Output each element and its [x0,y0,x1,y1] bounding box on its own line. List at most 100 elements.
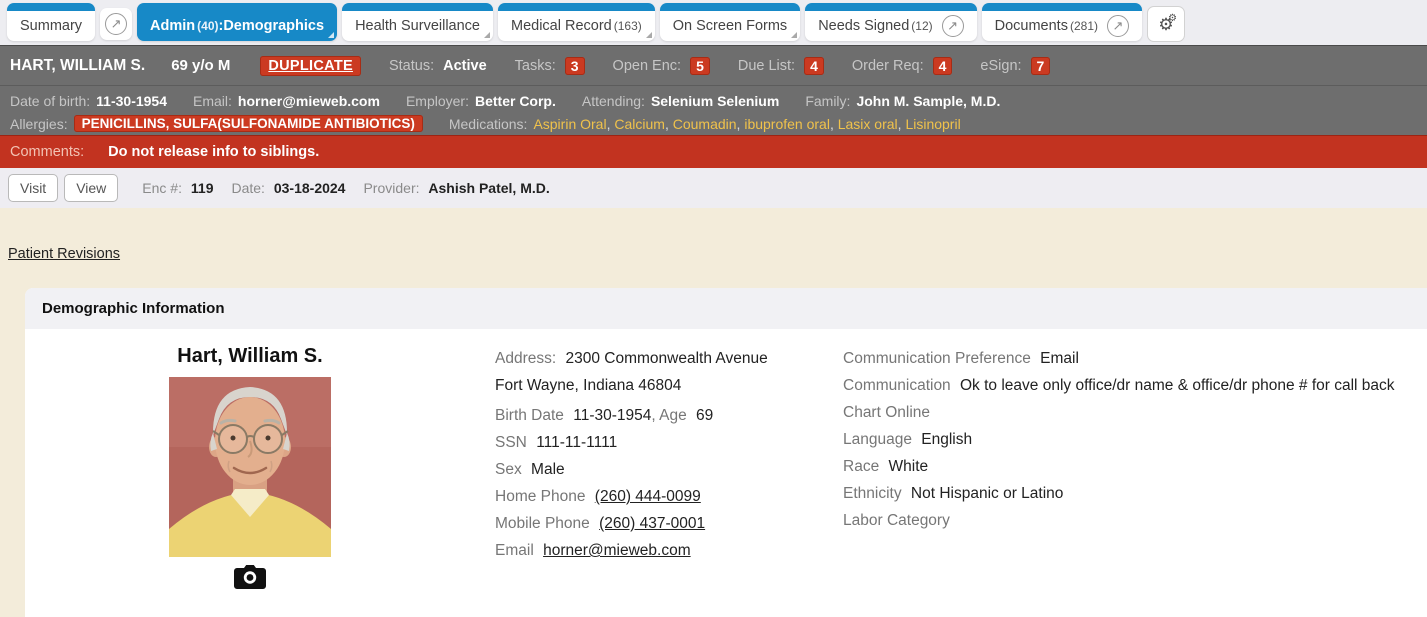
patient-photo[interactable] [169,377,331,557]
demographics-card: Demographic Information Hart, William S. [25,288,1427,617]
preference-label: Ethnicity [843,485,902,502]
tab-summary[interactable]: Summary [7,3,95,41]
tab-on-screen-forms[interactable]: On Screen Forms [660,3,800,41]
jump-icon[interactable]: ↗ [1107,15,1129,37]
tab-health-surveillance[interactable]: Health Surveillance [342,3,493,41]
esign-label: eSign: [980,58,1021,74]
due-list-count-badge[interactable]: 4 [804,57,824,75]
content-area: Patient Revisions Demographic Informatio… [0,208,1427,617]
medication-link[interactable]: Lisinopril [898,116,961,132]
birth-date-label: Birth Date [495,407,564,424]
employer-value: Better Corp. [475,93,556,109]
patient-age-sex: 69 y/o M [171,57,230,74]
employer-group: Employer: Better Corp. [406,93,556,109]
open-enc-group: Open Enc: 5 [613,57,710,75]
preference-value: Ok to leave only office/dr name & office… [960,377,1395,394]
jump-icon[interactable]: ↗ [942,15,964,37]
tab-admin-demographics[interactable]: Admin (40):Demographics [137,3,337,41]
dob-group: Date of birth: 11-30-1954 [10,93,167,109]
esign-count-badge[interactable]: 7 [1031,57,1051,75]
due-list-label: Due List: [738,58,795,74]
tab-health-label: Health Surveillance [355,18,480,34]
info-row-2: Allergies: PENICILLINS, SULFA(SULFONAMID… [10,112,1417,135]
preferences-column: Communication Preference Email Communica… [825,329,1427,534]
allergies-badge[interactable]: PENICILLINS, SULFA(SULFONAMIDE ANTIBIOTI… [74,115,423,132]
medications-group: Medications: Aspirin OralCalciumCoumadin… [449,116,961,132]
home-phone-label: Home Phone [495,488,585,505]
allergies-group: Allergies: PENICILLINS, SULFA(SULFONAMID… [10,115,423,132]
preference-row: Communication Preference Email [843,345,1427,372]
details-column: Address: 2300 Commonwealth Avenue Fort W… [475,329,825,564]
birth-date-value: 11-30-1954 [573,407,651,424]
photo-column: Hart, William S. [25,329,475,589]
employer-label: Employer: [406,93,469,109]
dob-value: 11-30-1954 [96,93,167,109]
tab-medical-record[interactable]: Medical Record (163) [498,3,655,41]
enc-date-value: 03-18-2024 [274,180,346,196]
email-value: horner@mieweb.com [238,93,380,109]
attending-label: Attending: [582,93,645,109]
sex-row: Sex Male [495,456,825,483]
tab-bar: Summary ↗ Admin (40):Demographics Health… [0,0,1427,45]
info-row-1: Date of birth: 11-30-1954 Email: horner@… [10,89,1417,112]
preference-label: Language [843,431,912,448]
settings-button[interactable]: ⚙ ⚙ [1147,6,1185,42]
family-group: Family: John M. Sample, M.D. [805,93,1000,109]
medications-label: Medications: [449,116,528,132]
jump-icon: ↗ [105,13,127,35]
due-list-group: Due List: 4 [738,57,824,75]
home-phone-link[interactable]: (260) 444-0099 [595,488,701,505]
demographics-body: Hart, William S. [25,329,1427,589]
tab-medical-label: Medical Record [511,18,612,34]
ssn-label: SSN [495,434,527,451]
birth-date-row: Birth Date 11-30-1954, Age 69 [495,402,825,429]
attending-value: Selenium Selenium [651,93,779,109]
summary-jump-button[interactable]: ↗ [100,8,132,40]
esign-group: eSign: 7 [980,57,1050,75]
view-button[interactable]: View [64,174,118,202]
encounter-bar: Visit View Enc #: 119 Date: 03-18-2024 P… [0,168,1427,208]
email-row: Email horner@mieweb.com [495,537,825,564]
dropdown-caret-icon [484,32,490,38]
enc-number-value: 119 [191,180,214,196]
medication-link[interactable]: Aspirin Oral [533,116,606,132]
medication-link[interactable]: Coumadin [665,116,737,132]
comments-text: Do not release info to siblings. [108,144,319,160]
tab-forms-label: On Screen Forms [673,18,787,34]
open-enc-label: Open Enc: [613,58,682,74]
dropdown-caret-icon [646,32,652,38]
camera-icon[interactable] [234,564,266,589]
open-enc-count-badge[interactable]: 5 [690,57,710,75]
order-req-label: Order Req: [852,58,924,74]
dob-label: Date of birth: [10,93,90,109]
gear-icon: ⚙ [1168,14,1177,24]
mobile-phone-link[interactable]: (260) 437-0001 [599,515,705,532]
status-value: Active [443,58,487,74]
medication-link[interactable]: Lasix oral [830,116,898,132]
age-value: 69 [696,407,713,424]
visit-button[interactable]: Visit [8,174,58,202]
preference-value: English [921,431,972,448]
preference-row: Ethnicity Not Hispanic or Latino [843,480,1427,507]
tab-needs-signed-count: (12) [911,19,932,33]
order-req-count-badge[interactable]: 4 [933,57,953,75]
tab-needs-signed[interactable]: Needs Signed (12) ↗ [805,3,976,41]
preference-label: Communication [843,377,951,394]
email-link[interactable]: horner@mieweb.com [543,542,691,559]
family-label: Family: [805,93,850,109]
patient-name: HART, WILLIAM S. [10,57,145,75]
enc-date-label: Date: [231,180,264,196]
medication-link[interactable]: ibuprofen oral [737,116,830,132]
tab-medical-count: (163) [614,19,642,33]
medication-link[interactable]: Calcium [607,116,665,132]
preference-value: White [889,458,929,475]
duplicate-badge[interactable]: DUPLICATE [260,56,361,76]
tasks-count-badge[interactable]: 3 [565,57,585,75]
tab-documents[interactable]: Documents (281) ↗ [982,3,1142,41]
preference-row: Labor Category [843,507,1427,534]
patient-revisions-link[interactable]: Patient Revisions [8,246,120,262]
status-group: Status: Active [389,58,487,74]
preference-value: Not Hispanic or Latino [911,485,1064,502]
sex-value: Male [531,461,565,478]
status-label: Status: [389,58,434,74]
